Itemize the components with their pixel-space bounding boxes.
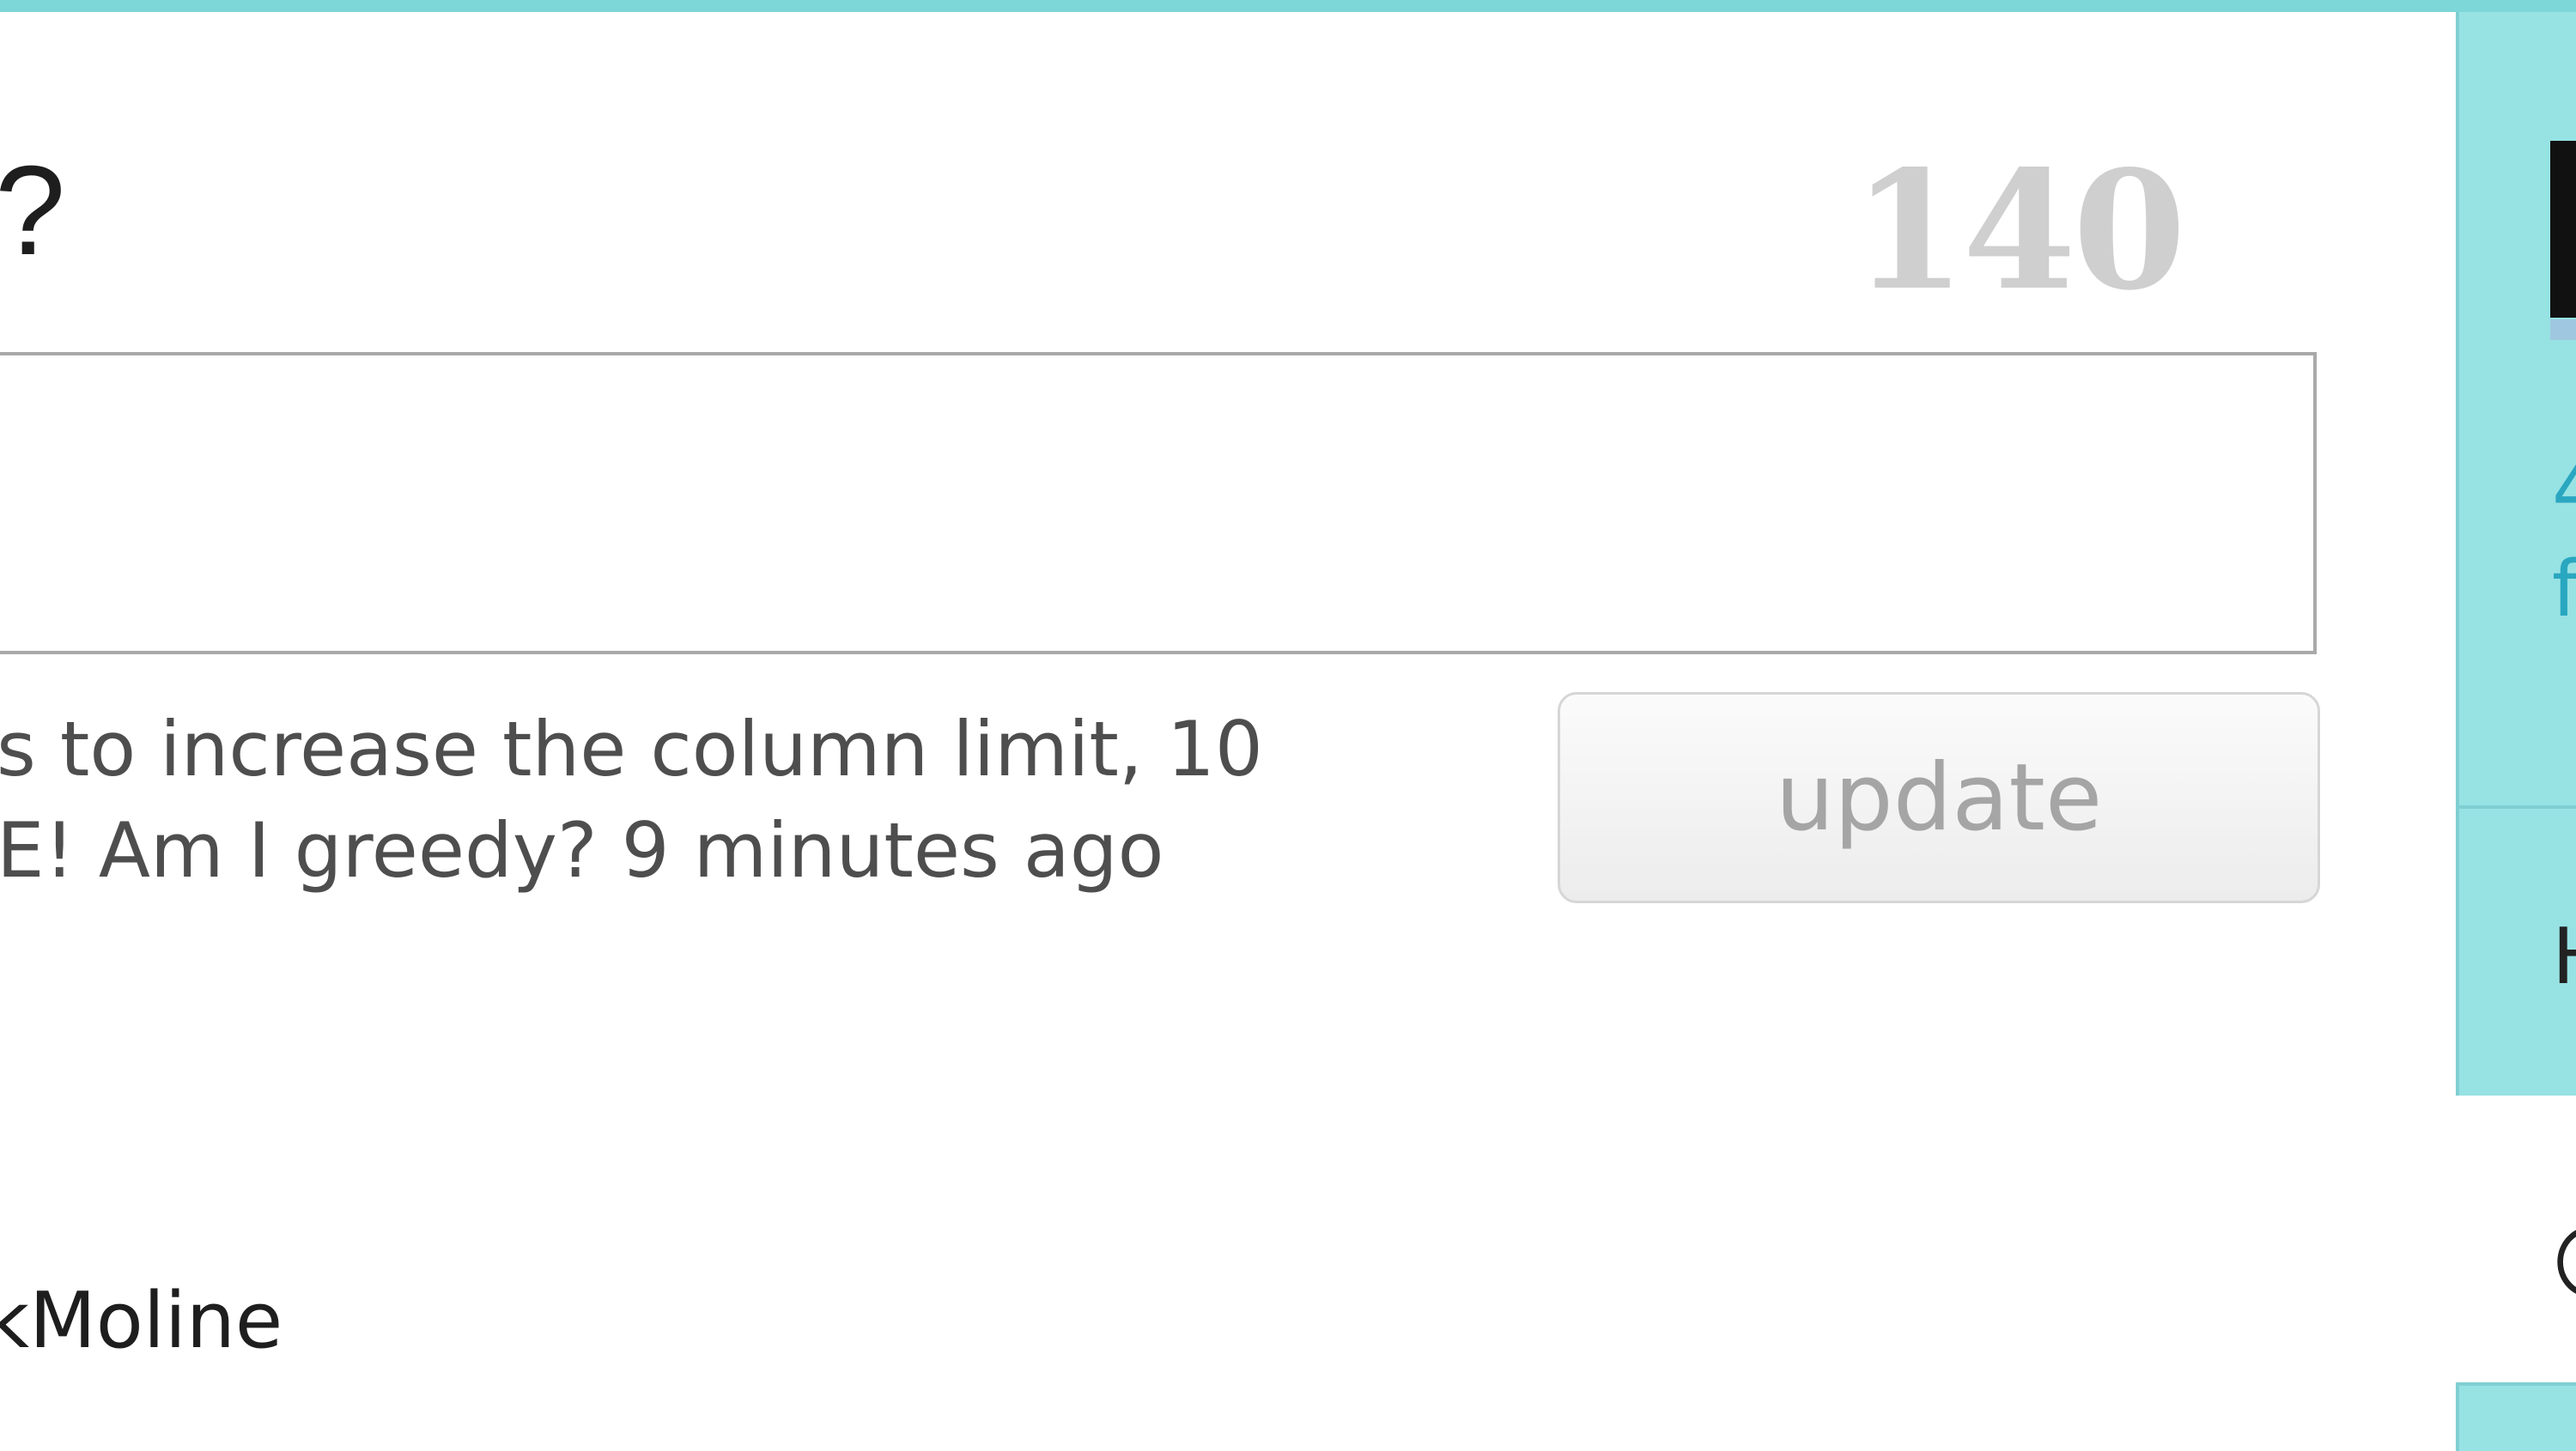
avatar-name-link[interactable] [2550, 319, 2576, 340]
character-counter: 140 [1852, 135, 2186, 326]
update-button[interactable]: update [1558, 692, 2320, 903]
sidebar-stats-link[interactable]: 4 [2552, 452, 2576, 529]
latest-status-line-1: s to increase the column limit, 10 [0, 705, 1263, 793]
whats-happening-heading: ? [0, 140, 66, 282]
main-content: ? 140 s to increase the column limit, 10… [0, 12, 2456, 1451]
sidebar-divider [2456, 805, 2576, 809]
avatar[interactable] [2550, 141, 2576, 318]
sidebar-section-heading: H [2552, 919, 2576, 996]
twitter-home-page: ? 140 s to increase the column limit, 10… [0, 0, 2576, 1451]
latest-status: s to increase the column limit, 10 E! Am… [0, 699, 1388, 902]
status-input[interactable] [0, 352, 2317, 654]
latest-status-line-2: E! Am I greedy? 9 minutes ago [0, 806, 1164, 895]
timeline-username-link[interactable]: kMoline [0, 1283, 283, 1360]
top-accent-band [0, 0, 2576, 12]
sidebar-stats-link-secondary[interactable]: f [2552, 551, 2576, 628]
sidebar-at-reply-link[interactable]: @ [2552, 1214, 2576, 1296]
sidebar: 4 f H @ [2456, 12, 2576, 1451]
sidebar-lower-panel [2456, 1382, 2576, 1451]
